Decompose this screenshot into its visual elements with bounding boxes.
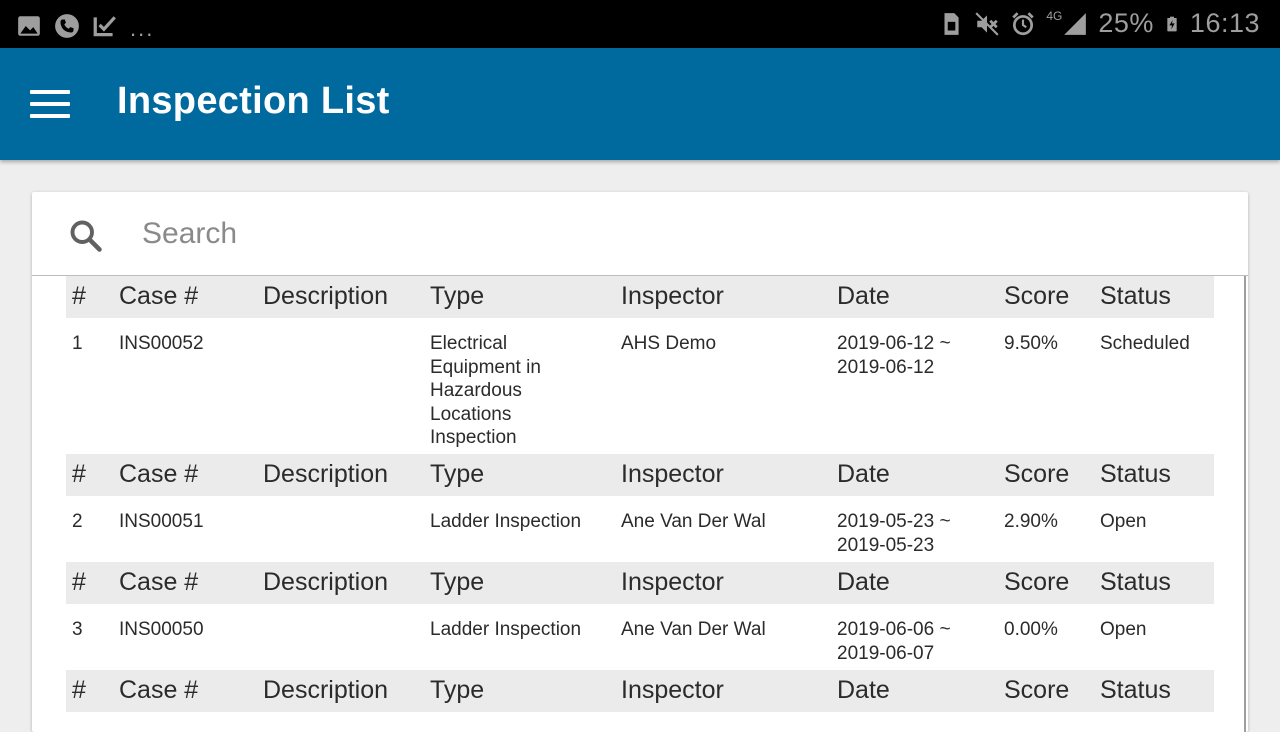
header-status: Status <box>1100 568 1171 596</box>
status-bar: ... 4G 25% 16:13 <box>0 0 1280 48</box>
header-score: Score <box>1004 282 1070 310</box>
cell-type: Ladder Inspection <box>430 619 582 640</box>
page-title: Inspection List <box>117 80 390 122</box>
cell-status: Scheduled <box>1100 333 1190 354</box>
header-status: Status <box>1100 282 1171 310</box>
inspection-list-card: # Case # Description Type Inspector Date… <box>32 192 1248 732</box>
phone-call-icon <box>55 14 79 38</box>
clock: 16:13 <box>1189 8 1260 38</box>
table-row[interactable]: 2 INS00051 Ladder Inspection Ane Van Der… <box>66 496 1214 562</box>
header-date: Date <box>837 282 890 310</box>
header-case: Case # <box>119 676 199 704</box>
header-inspector: Inspector <box>621 460 724 488</box>
sim-icon <box>944 12 959 35</box>
list-item[interactable]: # Case # Description Type Inspector Date… <box>32 670 1244 712</box>
cell-case: INS00051 <box>119 511 204 532</box>
header-num: # <box>72 676 86 704</box>
list-item[interactable]: # Case # Description Type Inspector Date… <box>32 562 1244 670</box>
cell-case: INS00052 <box>119 333 204 354</box>
header-date: Date <box>837 568 890 596</box>
header-inspector: Inspector <box>621 676 724 704</box>
header-description: Description <box>263 568 389 596</box>
column-header-row: # Case # Description Type Inspector Date… <box>66 562 1214 604</box>
search-icon[interactable] <box>68 218 104 254</box>
cell-status: Open <box>1100 619 1147 640</box>
table-row[interactable]: 1 INS00052 Electrical Equipment in Hazar… <box>66 318 1214 454</box>
signal-icon <box>1064 12 1087 35</box>
header-type: Type <box>430 282 485 310</box>
list-item[interactable]: # Case # Description Type Inspector Date… <box>32 454 1244 562</box>
cell-num: 1 <box>72 333 83 354</box>
cell-inspector: Ane Van Der Wal <box>621 619 766 640</box>
menu-icon[interactable] <box>30 90 70 120</box>
app-bar: Inspection List <box>0 48 1280 160</box>
header-case: Case # <box>119 460 199 488</box>
cell-date: 2019-06-12 ~ 2019-06-12 <box>837 333 951 378</box>
network-type: 4G <box>1046 8 1063 23</box>
header-inspector: Inspector <box>621 282 724 310</box>
header-num: # <box>72 460 86 488</box>
task-check-icon <box>93 16 116 37</box>
header-description: Description <box>263 676 389 704</box>
column-header-row: # Case # Description Type Inspector Date… <box>66 454 1214 496</box>
list-item[interactable]: # Case # Description Type Inspector Date… <box>32 276 1244 454</box>
cell-type: Electrical Equipment in Hazardous Locati… <box>430 333 541 448</box>
column-header-row: # Case # Description Type Inspector Date… <box>66 276 1214 318</box>
header-num: # <box>72 568 86 596</box>
cell-score: 2.90% <box>1004 511 1058 532</box>
header-date: Date <box>837 676 890 704</box>
cell-score: 0.00% <box>1004 619 1058 640</box>
battery-percent: 25% <box>1098 8 1154 38</box>
header-type: Type <box>430 568 485 596</box>
cell-inspector: Ane Van Der Wal <box>621 511 766 532</box>
header-status: Status <box>1100 460 1171 488</box>
cell-num: 2 <box>72 511 83 532</box>
header-num: # <box>72 282 86 310</box>
mute-icon <box>975 11 999 36</box>
battery-charging-icon <box>1167 16 1177 31</box>
header-type: Type <box>430 676 485 704</box>
cell-num: 3 <box>72 619 83 640</box>
header-description: Description <box>263 460 389 488</box>
cell-status: Open <box>1100 511 1147 532</box>
header-date: Date <box>837 460 890 488</box>
table-row[interactable]: 3 INS00050 Ladder Inspection Ane Van Der… <box>66 604 1214 670</box>
cell-score: 9.50% <box>1004 333 1058 354</box>
gallery-icon <box>18 16 40 36</box>
search-bar <box>32 192 1248 276</box>
header-type: Type <box>430 460 485 488</box>
header-status: Status <box>1100 676 1171 704</box>
header-score: Score <box>1004 676 1070 704</box>
cell-date: 2019-06-06 ~ 2019-06-07 <box>837 619 951 664</box>
header-score: Score <box>1004 568 1070 596</box>
more-notifications: ... <box>130 16 155 41</box>
cell-type: Ladder Inspection <box>430 511 582 532</box>
inspection-list[interactable]: # Case # Description Type Inspector Date… <box>32 276 1246 732</box>
header-case: Case # <box>119 282 199 310</box>
header-case: Case # <box>119 568 199 596</box>
cell-case: INS00050 <box>119 619 204 640</box>
cell-date: 2019-05-23 ~ 2019-05-23 <box>837 511 951 556</box>
cell-inspector: AHS Demo <box>621 333 717 354</box>
header-score: Score <box>1004 460 1070 488</box>
search-input[interactable] <box>142 210 1202 258</box>
column-header-row: # Case # Description Type Inspector Date… <box>66 670 1214 712</box>
header-description: Description <box>263 282 389 310</box>
alarm-icon <box>1012 11 1035 35</box>
header-inspector: Inspector <box>621 568 724 596</box>
